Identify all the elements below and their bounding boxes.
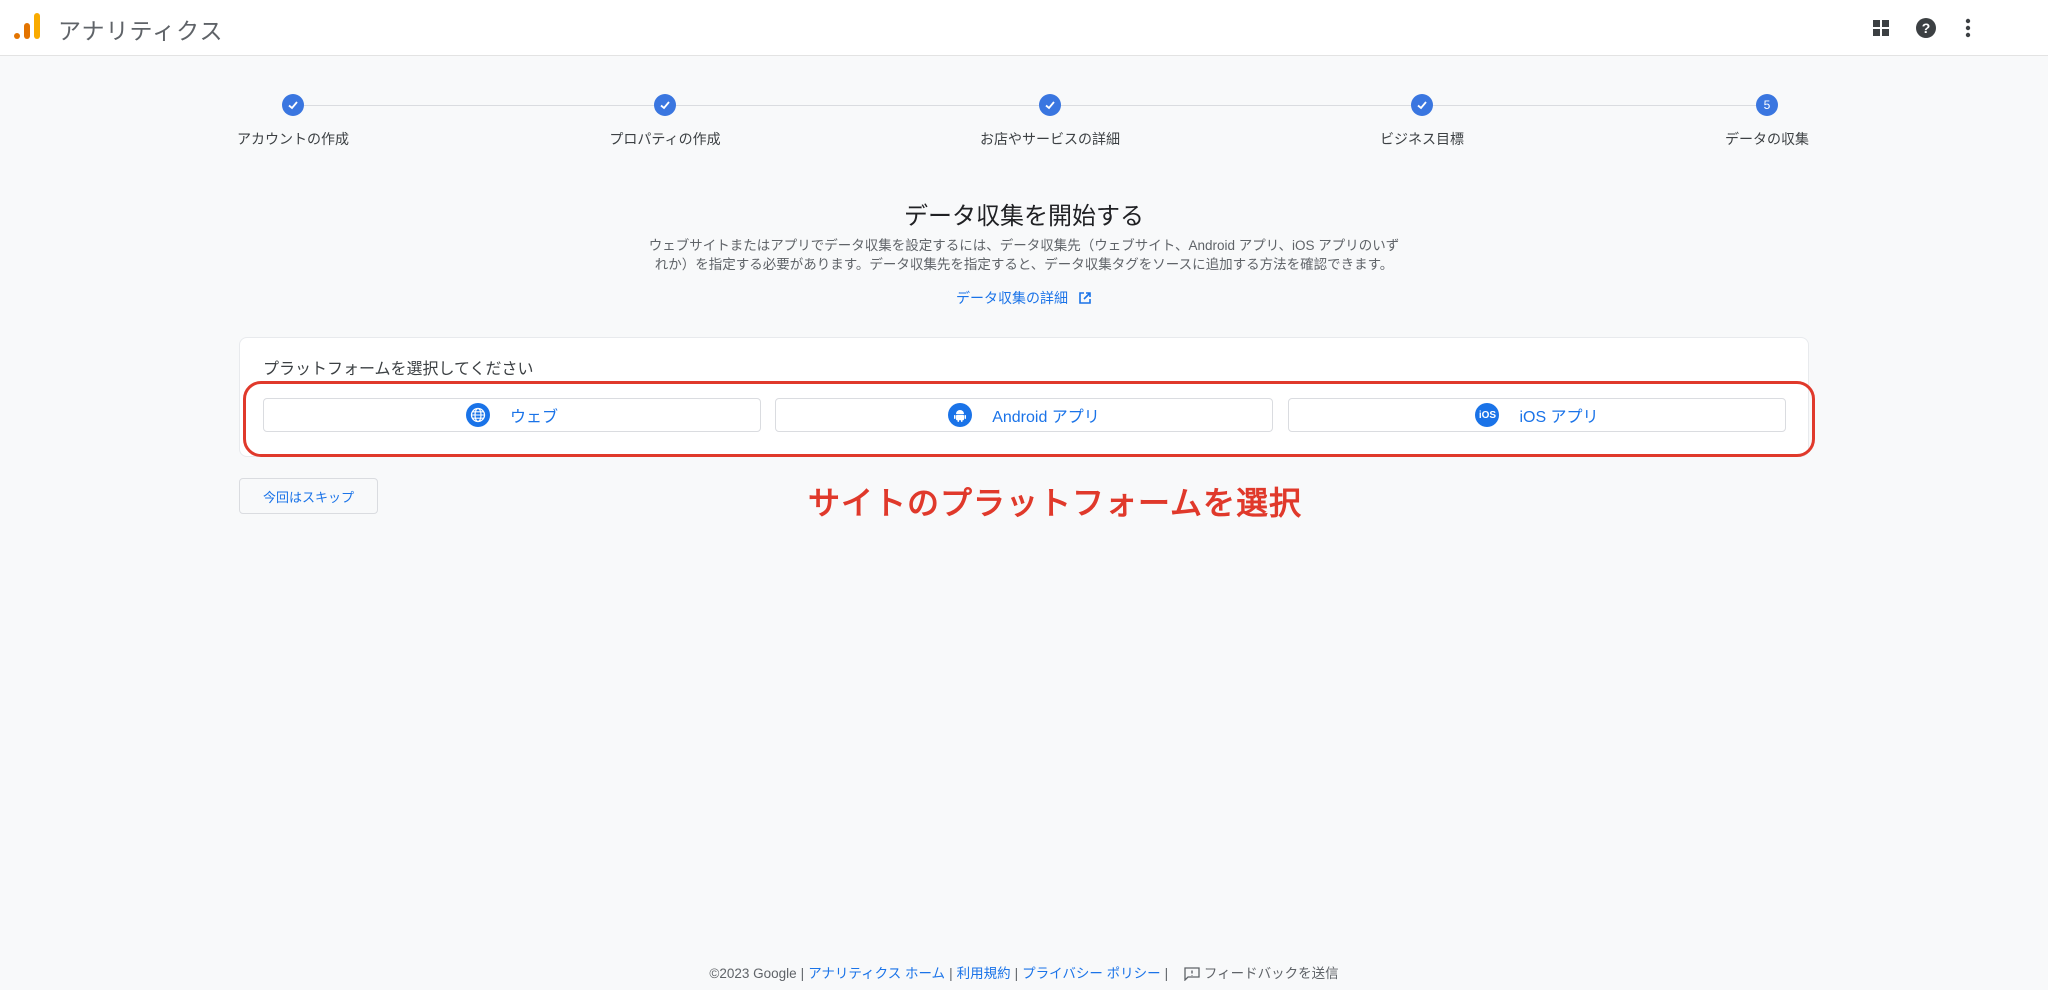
page-title: データ収集を開始する [904, 203, 1144, 230]
help-icon[interactable]: ? [1911, 13, 1941, 43]
step-label: プロパティの作成 [609, 131, 721, 147]
platform-prompt: プラットフォームを選択してください [263, 361, 534, 378]
apps-grid-icon[interactable] [1866, 13, 1896, 43]
footer-link-privacy[interactable]: プライバシー ポリシー [1022, 966, 1160, 981]
svg-text:?: ? [1922, 20, 1931, 36]
skip-button[interactable]: 今回はスキップ [239, 478, 378, 514]
page-description: ウェブサイトまたはアプリでデータ収集を設定するには、データ収集先（ウェブサイト、… [640, 236, 1408, 274]
send-feedback-link[interactable]: フィードバックを送信 [1204, 966, 1339, 981]
annotation-highlight-box [243, 381, 1815, 457]
open-in-new-icon [1079, 292, 1091, 304]
top-app-bar: アナリティクス ? [0, 0, 2048, 56]
more-vert-icon[interactable] [1953, 13, 1983, 43]
step-business-goals: ビジネス目標 [1292, 94, 1552, 149]
description-line: れか）を指定する必要があります。データ収集先を指定すると、データ収集タグをソース… [654, 257, 1394, 272]
step-property: プロパティの作成 [535, 94, 795, 149]
annotation-text: サイトのプラットフォームを選択 [808, 485, 1303, 521]
description-line: ウェブサイトまたはアプリでデータ収集を設定するには、データ収集先（ウェブサイト、… [648, 238, 1400, 253]
step-label: データの収集 [1725, 131, 1809, 147]
analytics-logo-icon[interactable] [12, 11, 42, 41]
step-label: アカウントの作成 [237, 131, 349, 147]
check-icon [1411, 94, 1433, 116]
check-icon [654, 94, 676, 116]
footer-link-terms[interactable]: 利用規約 [957, 966, 1011, 981]
check-icon [1039, 94, 1061, 116]
app-title: アナリティクス [58, 18, 224, 44]
step-data-collection: 5 データの収集 [1637, 94, 1897, 149]
step-business-details: お店やサービスの詳細 [920, 94, 1180, 149]
footer: ©2023 Google | アナリティクス ホーム | 利用規約 | プライバシー ポリシ… [709, 966, 1339, 982]
footer-link-analytics-home[interactable]: アナリティクス ホーム [808, 966, 945, 981]
feedback-icon [1184, 967, 1200, 982]
step-label: お店やサービスの詳細 [980, 131, 1120, 147]
details-link-label: データ収集の詳細 [956, 290, 1069, 306]
copyright: ©2023 Google [709, 966, 797, 981]
step-number: 5 [1756, 94, 1778, 116]
step-label: ビジネス目標 [1380, 131, 1464, 147]
data-collection-details-link[interactable]: データ収集の詳細 [0, 288, 2048, 308]
check-icon [282, 94, 304, 116]
step-account: アカウントの作成 [163, 94, 423, 149]
